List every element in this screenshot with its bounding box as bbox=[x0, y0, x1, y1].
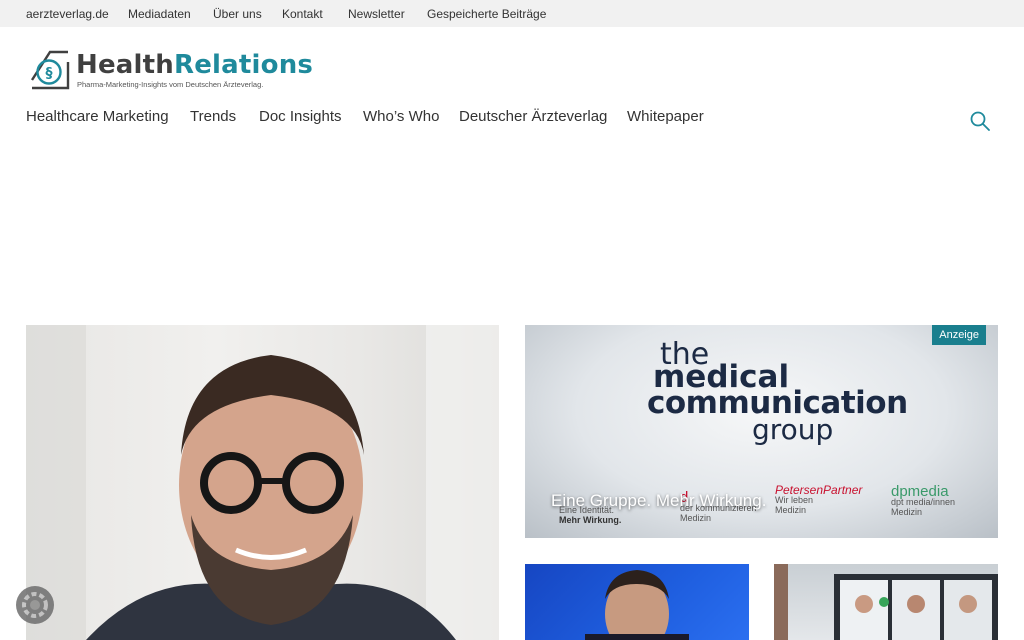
logo-tagline: Pharma-Marketing-Insights vom Deutschen … bbox=[77, 80, 264, 89]
logo-mark-icon: § bbox=[30, 50, 70, 90]
ad-caption: Eine Gruppe. Mehr Wirkung. bbox=[551, 491, 767, 510]
logo-title-relations: Relations bbox=[174, 50, 314, 80]
ad-sub-logo-2-main: Medizin bbox=[680, 513, 712, 523]
top-bar: aerzteverlag.de Mediadaten Über uns Kont… bbox=[0, 0, 1024, 27]
ad-sub-logo-3: PetersenPartner Wir leben Medizin bbox=[775, 483, 863, 515]
nav-item-whitepaper[interactable]: Whitepaper bbox=[627, 108, 704, 125]
search-icon bbox=[970, 111, 990, 131]
article-thumbnail-2[interactable] bbox=[774, 564, 998, 640]
ad-badge: Anzeige bbox=[932, 325, 986, 345]
ad-sub-logo-4-main: Medizin bbox=[891, 507, 923, 517]
logo-title-health: Health bbox=[76, 50, 174, 80]
speaker-photo bbox=[585, 570, 689, 640]
topbar-link-aerzteverlag[interactable]: aerzteverlag.de bbox=[26, 7, 109, 21]
topbar-link-kontakt[interactable]: Kontakt bbox=[282, 7, 323, 21]
nav-item-healthcare-marketing[interactable]: Healthcare Marketing bbox=[26, 108, 169, 125]
nav-item-deutscher-aerzteverlag[interactable]: Deutscher Ärzteverlag bbox=[459, 108, 607, 125]
ad-sub-logo-3-main: Medizin bbox=[775, 505, 807, 515]
topbar-link-gespeicherte-beitraege[interactable]: Gespeicherte Beiträge bbox=[427, 7, 546, 21]
ad-banner-medical-communication-group[interactable]: the medical communication group Eine Ide… bbox=[525, 325, 998, 538]
floating-consent-widget[interactable] bbox=[16, 586, 54, 624]
site-logo[interactable]: § HealthRelations Pharma-Marketing-Insig… bbox=[30, 50, 313, 92]
topbar-link-ueber-uns[interactable]: Über uns bbox=[213, 7, 262, 21]
ad-sub-logo-4-tagline: dpt media/innen bbox=[891, 497, 956, 507]
topbar-link-mediadaten[interactable]: Mediadaten bbox=[128, 7, 191, 21]
search-button[interactable] bbox=[968, 109, 992, 133]
article-thumbnail-1[interactable] bbox=[525, 564, 749, 640]
ad-sub-logo-1-main: Mehr Wirkung. bbox=[559, 515, 622, 525]
topbar-link-newsletter[interactable]: Newsletter bbox=[348, 7, 405, 21]
ad-sub-logo-4: dpmedia dpt media/innen Medizin bbox=[891, 483, 956, 517]
svg-text:§: § bbox=[46, 66, 53, 82]
video-call-photo bbox=[774, 564, 998, 640]
portrait-photo bbox=[26, 325, 499, 640]
nav-item-doc-insights[interactable]: Doc Insights bbox=[259, 108, 342, 125]
ad-sub-logo-3-tagline: Wir leben bbox=[775, 495, 814, 505]
ad-sub-logo-4-name: dpmedia bbox=[891, 483, 949, 500]
logo-title: HealthRelations bbox=[76, 50, 313, 80]
ad-sub-logo-3-name: PetersenPartner bbox=[775, 483, 863, 497]
nav-item-whos-who[interactable]: Who’s Who bbox=[363, 108, 439, 125]
hero-article-image[interactable] bbox=[26, 325, 499, 640]
gear-icon bbox=[22, 592, 48, 618]
ad-word-group: group bbox=[752, 413, 834, 446]
nav-item-trends[interactable]: Trends bbox=[190, 108, 236, 125]
